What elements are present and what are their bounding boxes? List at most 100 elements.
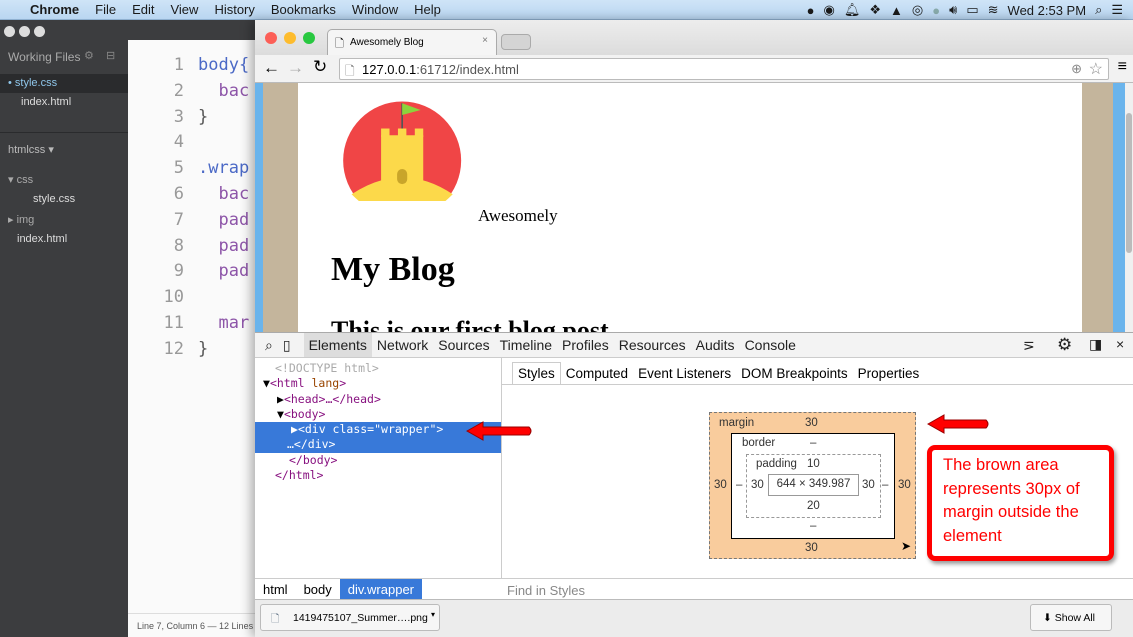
box-model-padding[interactable]: padding 10 30 30 20 644 × 349.987 — [746, 454, 881, 518]
tab-properties[interactable]: Properties — [853, 363, 925, 384]
tab-event-listeners[interactable]: Event Listeners — [633, 363, 736, 384]
breadcrumb-body[interactable]: body — [296, 579, 340, 600]
close-tab-icon[interactable]: × — [482, 35, 488, 46]
working-file-style[interactable]: • style.css — [8, 77, 57, 89]
tab-awesomely-blog[interactable]: 🗋 Awesomely Blog × — [327, 29, 497, 55]
drive-icon[interactable]: ▲ — [890, 3, 903, 18]
tab-elements[interactable]: Elements — [303, 333, 372, 357]
tab-sources[interactable]: Sources — [433, 337, 494, 353]
menu-bookmarks[interactable]: Bookmarks — [263, 0, 344, 20]
zoom-icon[interactable]: ⊕ — [1071, 61, 1082, 77]
working-file-index[interactable]: index.html — [21, 96, 71, 108]
dom-html[interactable]: ▼<html lang> — [255, 376, 501, 391]
tab-audits[interactable]: Audits — [691, 337, 740, 353]
console-drawer-icon[interactable]: ⋝ — [1023, 337, 1035, 354]
reload-icon[interactable]: ↻ — [313, 57, 327, 77]
minimize-window-button[interactable] — [284, 32, 296, 44]
volume-icon[interactable]: 🔊︎ — [949, 2, 957, 18]
menu-help[interactable]: Help — [406, 0, 449, 20]
code-editor[interactable]: 1 body{2 bac 3} 4 5 .wrap 6 bac 7 pad 8 pad 9 pad… — [128, 40, 255, 637]
find-in-styles-input[interactable]: Find in Styles — [502, 578, 1133, 600]
tab-console[interactable]: Console — [740, 337, 801, 353]
dom-html-close[interactable]: </html> — [255, 468, 501, 483]
project-dropdown[interactable]: htmlcss ▾ — [8, 143, 54, 156]
code-line[interactable]: } — [198, 339, 208, 359]
line-number: 8 — [173, 235, 184, 256]
inspect-icon[interactable]: ⌕ — [255, 337, 278, 354]
box-model-margin[interactable]: margin 30 30 30 30 border – – – – paddin… — [709, 412, 916, 559]
box-model-content[interactable]: 644 × 349.987 — [768, 474, 859, 496]
code-line[interactable]: .wrap — [198, 158, 249, 178]
settings-gear-icon[interactable]: ⚙ — [1057, 335, 1072, 355]
elements-tree[interactable]: <!DOCTYPE html> ▼<html lang> ▶<head>…</h… — [255, 358, 532, 578]
line-number: 1 — [173, 55, 184, 75]
skype-icon[interactable]: ● — [807, 3, 815, 18]
bell-icon[interactable]: 🔔︎ — [844, 2, 861, 18]
dom-doctype[interactable]: <!DOCTYPE html> — [255, 361, 501, 376]
tab-dom-breakpoints[interactable]: DOM Breakpoints — [736, 363, 853, 384]
code-line[interactable]: pad — [198, 236, 249, 256]
file-style-css[interactable]: style.css — [33, 193, 75, 205]
code-line[interactable]: pad — [198, 210, 249, 230]
tab-timeline[interactable]: Timeline — [495, 337, 557, 353]
code-line[interactable]: mar — [198, 313, 249, 333]
new-tab-button[interactable] — [501, 34, 531, 50]
menu-file[interactable]: File — [87, 0, 124, 20]
code-line[interactable]: pad — [198, 261, 249, 281]
back-icon[interactable]: ← — [263, 58, 280, 78]
gear-icon[interactable]: ⚙ — [84, 49, 94, 62]
tab-network[interactable]: Network — [372, 337, 433, 353]
line-number: 12 — [163, 338, 184, 359]
code-line[interactable]: } — [198, 107, 208, 127]
tab-styles[interactable]: Styles — [512, 362, 561, 384]
close-devtools-icon[interactable]: × — [1116, 336, 1124, 352]
menu-history[interactable]: History — [206, 0, 262, 20]
box-model-border[interactable]: border – – – – padding 10 30 30 20 644 ×… — [731, 433, 895, 539]
notification-center-icon[interactable]: ☰ — [1111, 2, 1123, 18]
spotlight-icon[interactable]: ⌕ — [1095, 2, 1102, 18]
creative-cloud-icon[interactable]: ◎ — [912, 2, 923, 18]
wifi-icon[interactable]: ≋ — [988, 2, 999, 18]
menu-window[interactable]: Window — [344, 0, 406, 20]
tab-resources[interactable]: Resources — [614, 337, 691, 353]
chrome-window: 🗋 Awesomely Blog × ← → ↻ 🗋 127.0.0.1:617… — [255, 20, 1133, 637]
battery-icon[interactable]: ▭ — [966, 2, 978, 18]
device-mode-icon[interactable]: ▯ — [278, 337, 296, 354]
code-line[interactable]: bac — [198, 184, 249, 204]
devtools-toolbar: ⌕ ▯ Elements Network Sources Timeline Pr… — [255, 333, 1133, 358]
breadcrumb-html[interactable]: html — [255, 579, 296, 600]
menu-app[interactable]: Chrome — [22, 0, 87, 20]
close-window-button[interactable] — [265, 32, 277, 44]
tab-profiles[interactable]: Profiles — [557, 337, 614, 353]
tab-computed[interactable]: Computed — [561, 363, 633, 384]
bookmark-star-icon[interactable]: ☆ — [1089, 59, 1103, 79]
scrollbar[interactable] — [1125, 83, 1133, 333]
code-line[interactable]: bac — [198, 81, 249, 101]
window-controls[interactable] — [0, 20, 128, 40]
chrome-menu-icon[interactable]: ≡ — [1118, 58, 1127, 76]
download-item[interactable]: 🗋 1419475107_Summer….png ▾ — [260, 604, 440, 631]
line-number: 4 — [173, 132, 184, 153]
dock-icon[interactable]: ◨ — [1089, 336, 1102, 353]
record-icon[interactable]: ◉ — [824, 2, 835, 18]
menu-view[interactable]: View — [162, 0, 206, 20]
dom-head[interactable]: ▶<head>…</head> — [255, 392, 501, 407]
folder-css[interactable]: ▾ css — [8, 173, 33, 186]
download-menu-icon[interactable]: ▾ — [431, 610, 435, 619]
split-icon[interactable]: ⊟ — [106, 49, 115, 62]
address-bar[interactable]: 🗋 127.0.0.1:61712/index.html ⊕ ☆ — [339, 58, 1109, 80]
forward-icon[interactable]: → — [287, 58, 304, 78]
zoom-window-button[interactable] — [303, 32, 315, 44]
line-number: 10 — [163, 287, 184, 308]
file-index-html[interactable]: index.html — [17, 233, 67, 245]
code-line[interactable]: body{ — [198, 55, 249, 75]
notification-icon[interactable]: ● — [932, 3, 940, 18]
dom-body-close[interactable]: </body> — [255, 453, 501, 468]
folder-img[interactable]: ▸ img — [8, 213, 34, 226]
breadcrumb: html body div.wrapper — [255, 578, 502, 600]
clock[interactable]: Wed 2:53 PM — [1008, 3, 1087, 18]
dropbox-icon[interactable]: ❖ — [869, 2, 881, 18]
menu-edit[interactable]: Edit — [124, 0, 162, 20]
show-all-button[interactable]: ⬇ Show All — [1030, 604, 1112, 631]
breadcrumb-div-wrapper[interactable]: div.wrapper — [339, 579, 422, 600]
